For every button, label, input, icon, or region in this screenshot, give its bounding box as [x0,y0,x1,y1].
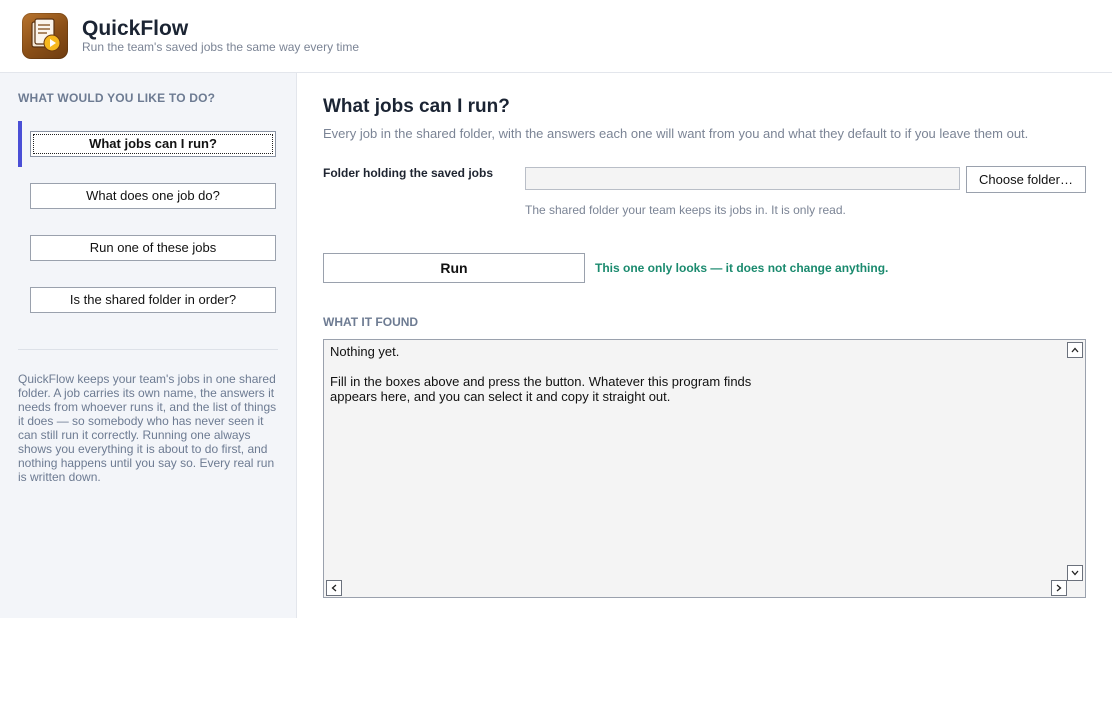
output-text[interactable]: Nothing yet. Fill in the boxes above and… [330,344,1060,404]
sidebar-divider [18,349,278,350]
app-subtitle: Run the team's saved jobs the same way e… [82,40,360,54]
sidebar: WHAT WOULD YOU LIKE TO DO? What jobs can… [0,73,297,618]
chevron-right-icon [1056,584,1062,592]
sidebar-about-text: QuickFlow keeps your team's jobs in one … [18,372,277,484]
page-title: What jobs can I run? [323,96,510,117]
chevron-up-icon [1071,347,1079,353]
main-panel: What jobs can I run? Every job in the sh… [297,73,1112,618]
page-description: Every job in the shared folder, with the… [323,126,1029,141]
output-textbox[interactable]: Nothing yet. Fill in the boxes above and… [323,339,1086,598]
sidebar-item-run-job[interactable]: Run one of these jobs [30,235,276,261]
choose-folder-button[interactable]: Choose folder… [966,166,1086,193]
job-runner-app-icon [22,13,68,59]
sidebar-item-what-jobs[interactable]: What jobs can I run? [30,131,276,157]
sidebar-heading: WHAT WOULD YOU LIKE TO DO? [18,91,216,105]
folder-input[interactable] [525,167,960,190]
folder-field-help: The shared folder your team keeps its jo… [525,203,846,217]
scroll-left-button[interactable] [326,580,342,596]
app-header: QuickFlow Run the team's saved jobs the … [0,0,1112,73]
output-label: WHAT IT FOUND [323,315,419,329]
scroll-right-button[interactable] [1051,580,1067,596]
scroll-down-button[interactable] [1067,565,1083,581]
chevron-down-icon [1071,570,1079,576]
chevron-left-icon [331,584,337,592]
active-item-indicator [18,121,22,167]
scroll-up-button[interactable] [1067,342,1083,358]
sidebar-item-what-job-does[interactable]: What does one job do? [30,183,276,209]
sidebar-item-check-folder[interactable]: Is the shared folder in order? [30,287,276,313]
folder-field-label: Folder holding the saved jobs [323,166,494,180]
app-title: QuickFlow [82,17,189,40]
run-button[interactable]: Run [323,253,585,283]
read-only-note: This one only looks — it does not change… [595,261,889,275]
